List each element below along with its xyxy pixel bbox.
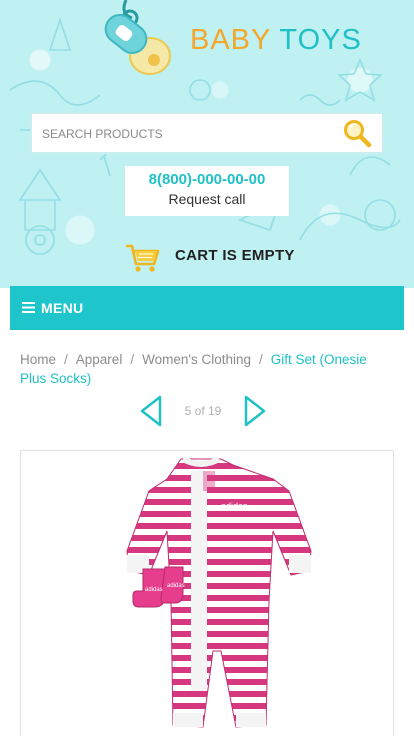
breadcrumb-womens-clothing[interactable]: Women's Clothing <box>142 352 251 367</box>
svg-text:adidas: adidas <box>167 583 185 589</box>
brand-word-2: TOYS <box>279 24 362 56</box>
search-button[interactable] <box>342 118 372 148</box>
cart-status: CART IS EMPTY <box>175 247 295 264</box>
request-call-link[interactable]: Request call <box>125 191 289 207</box>
product-image-frame[interactable]: adidas adidas adidas <box>20 450 394 736</box>
breadcrumb-separator: / <box>64 352 68 367</box>
breadcrumb-separator: / <box>258 352 263 367</box>
contact-box: 8(800)-000-00-00 Request call <box>125 166 289 216</box>
menu-label: MENU <box>41 300 84 316</box>
search-input[interactable] <box>42 125 332 143</box>
breadcrumb-separator: / <box>130 352 135 367</box>
phone-number[interactable]: 8(800)-000-00-00 <box>125 171 289 188</box>
search-bar <box>30 112 384 154</box>
product-pager: 5 of 19 <box>138 394 268 428</box>
next-product-button[interactable] <box>240 394 268 428</box>
breadcrumb-apparel[interactable]: Apparel <box>76 352 123 367</box>
svg-text:adidas: adidas <box>221 501 248 511</box>
brand-word-1: BABY <box>190 24 271 56</box>
chevron-right-icon <box>244 395 266 427</box>
brand-name[interactable]: BABY TOYS <box>190 24 362 57</box>
breadcrumb: Home / Apparel / Women's Clothing / Gift Set (… <box>20 350 394 388</box>
pacifier-icon <box>104 0 171 75</box>
cart-widget[interactable]: CART IS EMPTY <box>125 242 325 274</box>
chevron-left-icon <box>140 395 162 427</box>
menu-toggle[interactable]: MENU <box>10 286 404 330</box>
hamburger-icon <box>22 302 35 313</box>
search-icon <box>344 120 372 148</box>
pager-position: 5 of 19 <box>184 404 222 418</box>
previous-product-button[interactable] <box>138 394 166 428</box>
site-header: BABY TOYS 8(800)-000-00-00 Request call … <box>0 0 414 288</box>
product-image: adidas adidas adidas <box>126 456 312 728</box>
svg-text:adidas: adidas <box>145 587 163 593</box>
cart-icon <box>126 244 160 272</box>
breadcrumb-home[interactable]: Home <box>20 352 56 367</box>
